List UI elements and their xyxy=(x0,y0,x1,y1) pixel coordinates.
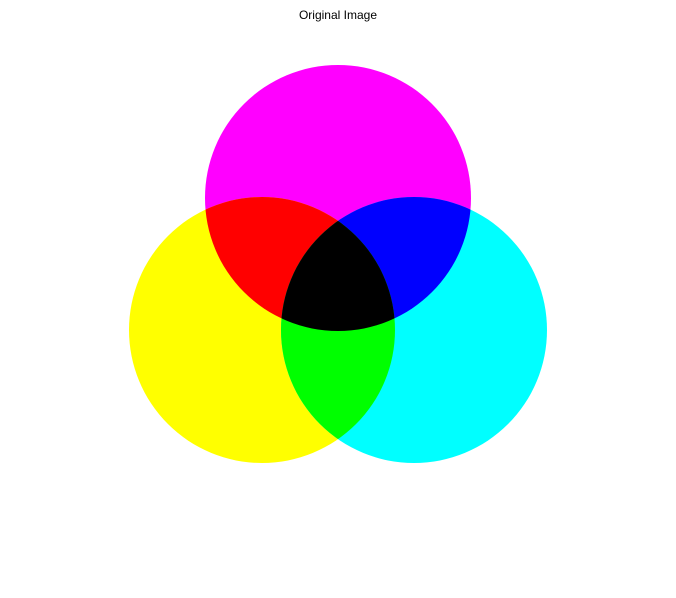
color-circles-image xyxy=(129,65,547,463)
